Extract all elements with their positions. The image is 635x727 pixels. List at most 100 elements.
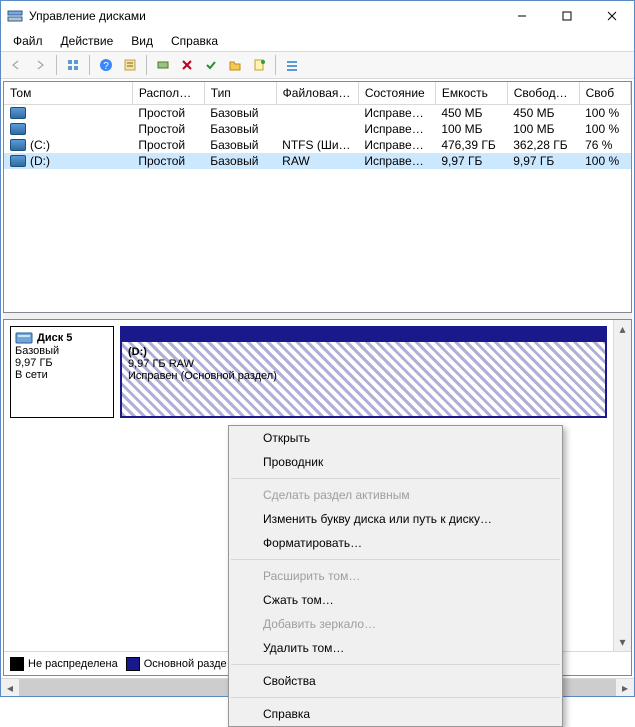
context-menu: Открыть Проводник Сделать раздел активны… bbox=[228, 425, 563, 727]
view-toggle-button[interactable] bbox=[62, 54, 84, 76]
list-view-button[interactable] bbox=[281, 54, 303, 76]
table-cell: (D:) bbox=[4, 153, 132, 169]
scroll-up-icon[interactable]: ▴ bbox=[614, 320, 631, 338]
help-button[interactable]: ? bbox=[95, 54, 117, 76]
table-cell: Базовый bbox=[204, 137, 276, 153]
table-cell: Исправен… bbox=[358, 121, 435, 137]
vertical-scrollbar[interactable]: ▴ ▾ bbox=[613, 320, 631, 651]
ctx-help[interactable]: Справка bbox=[229, 702, 562, 726]
col-status[interactable]: Состояние bbox=[358, 82, 435, 104]
ctx-format[interactable]: Форматировать… bbox=[229, 531, 562, 555]
volume-table: Том Располо… Тип Файловая с… Состояние Е… bbox=[4, 82, 631, 169]
table-cell: (C:) bbox=[4, 137, 132, 153]
ctx-shrink[interactable]: Сжать том… bbox=[229, 588, 562, 612]
col-type[interactable]: Тип bbox=[204, 82, 276, 104]
table-cell: NTFS (Шиф… bbox=[276, 137, 358, 153]
table-cell: 450 МБ bbox=[435, 104, 507, 121]
close-button[interactable] bbox=[589, 2, 634, 30]
refresh-button[interactable] bbox=[152, 54, 174, 76]
ctx-add-mirror: Добавить зеркало… bbox=[229, 612, 562, 636]
col-freepct[interactable]: Своб bbox=[579, 82, 630, 104]
table-cell: Базовый bbox=[204, 153, 276, 169]
maximize-button[interactable] bbox=[544, 2, 589, 30]
table-cell: 76 % bbox=[579, 137, 630, 153]
col-fs[interactable]: Файловая с… bbox=[276, 82, 358, 104]
table-cell: Базовый bbox=[204, 121, 276, 137]
col-layout[interactable]: Располо… bbox=[132, 82, 204, 104]
legend-unallocated: Не распределена bbox=[28, 657, 118, 669]
col-capacity[interactable]: Емкость bbox=[435, 82, 507, 104]
table-cell: Простой bbox=[132, 104, 204, 121]
toolbar: ? bbox=[1, 51, 634, 79]
legend-swatch-primary bbox=[126, 657, 140, 671]
partition-d[interactable]: (D:) 9,97 ГБ RAW Исправен (Основной разд… bbox=[120, 326, 607, 418]
back-button[interactable] bbox=[5, 54, 27, 76]
disk-label: Диск 5 bbox=[37, 332, 72, 344]
table-row[interactable]: (C:)ПростойБазовыйNTFS (Шиф…Исправен…476… bbox=[4, 137, 631, 153]
menu-help[interactable]: Справка bbox=[163, 32, 226, 50]
table-cell: 100 МБ bbox=[507, 121, 579, 137]
table-cell: Простой bbox=[132, 137, 204, 153]
table-row[interactable]: (D:)ПростойБазовыйRAWИсправен…9,97 ГБ9,9… bbox=[4, 153, 631, 169]
ctx-extend: Расширить том… bbox=[229, 564, 562, 588]
ctx-open[interactable]: Открыть bbox=[229, 426, 562, 450]
table-cell: 9,97 ГБ bbox=[435, 153, 507, 169]
col-volume[interactable]: Том bbox=[4, 82, 132, 104]
table-cell: 9,97 ГБ bbox=[507, 153, 579, 169]
table-cell: 100 МБ bbox=[435, 121, 507, 137]
scroll-left-icon[interactable]: ◂ bbox=[1, 679, 19, 696]
table-cell: Базовый bbox=[204, 104, 276, 121]
minimize-button[interactable] bbox=[499, 2, 544, 30]
forward-button[interactable] bbox=[29, 54, 51, 76]
table-cell: 362,28 ГБ bbox=[507, 137, 579, 153]
menu-file[interactable]: Файл bbox=[5, 32, 51, 50]
scroll-down-icon[interactable]: ▾ bbox=[614, 633, 631, 651]
ctx-change-letter[interactable]: Изменить букву диска или путь к диску… bbox=[229, 507, 562, 531]
table-cell: 476,39 ГБ bbox=[435, 137, 507, 153]
ctx-make-active: Сделать раздел активным bbox=[229, 483, 562, 507]
titlebar: Управление дисками bbox=[1, 1, 634, 31]
properties-button[interactable] bbox=[119, 54, 141, 76]
partition-letter: (D:) bbox=[128, 346, 599, 358]
table-cell: Исправен… bbox=[358, 104, 435, 121]
note-button[interactable] bbox=[248, 54, 270, 76]
ctx-explorer[interactable]: Проводник bbox=[229, 450, 562, 474]
table-cell bbox=[276, 121, 358, 137]
menu-view[interactable]: Вид bbox=[123, 32, 161, 50]
col-free[interactable]: Свобод… bbox=[507, 82, 579, 104]
table-cell: Простой bbox=[132, 121, 204, 137]
table-cell bbox=[4, 121, 132, 137]
scroll-right-icon[interactable]: ▸ bbox=[616, 679, 634, 696]
disk-icon bbox=[15, 331, 33, 345]
table-cell bbox=[276, 104, 358, 121]
folder-button[interactable] bbox=[224, 54, 246, 76]
disk-size: 9,97 ГБ bbox=[15, 357, 109, 369]
table-row[interactable]: ПростойБазовыйИсправен…100 МБ100 МБ100 % bbox=[4, 121, 631, 137]
disk-state: В сети bbox=[15, 369, 109, 381]
app-icon bbox=[7, 8, 23, 24]
table-row[interactable]: ПростойБазовыйИсправен…450 МБ450 МБ100 % bbox=[4, 104, 631, 121]
disk-type: Базовый bbox=[15, 345, 109, 357]
legend-swatch-unallocated bbox=[10, 657, 24, 671]
partition-status: Исправен (Основной раздел) bbox=[128, 370, 599, 382]
window-title: Управление дисками bbox=[29, 9, 499, 23]
menubar: Файл Действие Вид Справка bbox=[1, 31, 634, 51]
legend-primary: Основной разде bbox=[144, 657, 227, 669]
check-button[interactable] bbox=[200, 54, 222, 76]
ctx-delete[interactable]: Удалить том… bbox=[229, 636, 562, 660]
menu-action[interactable]: Действие bbox=[53, 32, 122, 50]
table-cell: RAW bbox=[276, 153, 358, 169]
disk-info-box[interactable]: Диск 5 Базовый 9,97 ГБ В сети bbox=[10, 326, 114, 418]
table-cell: 100 % bbox=[579, 121, 630, 137]
delete-button[interactable] bbox=[176, 54, 198, 76]
table-cell: 100 % bbox=[579, 153, 630, 169]
table-cell: Исправен… bbox=[358, 137, 435, 153]
disk-row: Диск 5 Базовый 9,97 ГБ В сети (D:) 9,97 … bbox=[10, 326, 607, 418]
table-cell bbox=[4, 104, 132, 121]
table-cell: 100 % bbox=[579, 104, 630, 121]
volume-list-pane: Том Располо… Тип Файловая с… Состояние Е… bbox=[3, 81, 632, 313]
partition-size-fs: 9,97 ГБ RAW bbox=[128, 358, 599, 370]
table-cell: Исправен… bbox=[358, 153, 435, 169]
table-cell: Простой bbox=[132, 153, 204, 169]
ctx-properties[interactable]: Свойства bbox=[229, 669, 562, 693]
